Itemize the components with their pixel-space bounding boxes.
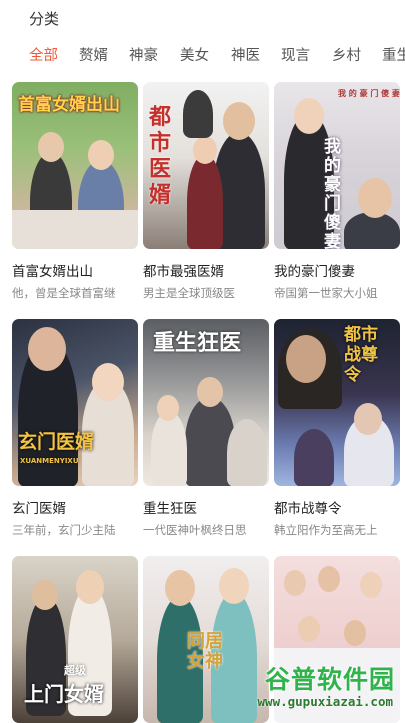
drama-card[interactable]: 都市战尊令 都市战尊令 韩立阳作为至高无上 <box>274 319 400 538</box>
drama-card[interactable]: 首富女婿出山 首富女婿出山 他，曾是全球首富继 <box>12 82 138 301</box>
drama-poster[interactable]: 首富女婿出山 <box>12 82 138 249</box>
tab-xianyan[interactable]: 现言 <box>281 44 310 65</box>
drama-title: 玄门医婿 <box>12 501 66 517</box>
drama-poster[interactable]: 超级 上门女婿 <box>12 556 138 723</box>
watermark-url: www.gupuxiazai.com <box>257 694 393 709</box>
drama-poster[interactable]: 重生狂医 <box>143 319 269 486</box>
drama-synopsis: 他，曾是全球首富继 <box>12 286 116 300</box>
drama-synopsis: 一代医神叶枫终日思 <box>143 523 247 537</box>
tab-chongsheng[interactable]: 重生 <box>382 44 405 65</box>
drama-title: 重生狂医 <box>143 501 197 517</box>
drama-card[interactable]: 重生狂医 重生狂医 一代医神叶枫终日思 <box>143 319 269 538</box>
watermark-brand: 谷普软件园 <box>264 665 395 694</box>
drama-title: 我的豪门傻妻 <box>274 264 355 280</box>
poster-tagline: 我 的 豪 门 傻 妻 <box>338 88 400 98</box>
tab-meinv[interactable]: 美女 <box>180 44 209 65</box>
poster-title: 重生狂医 <box>153 330 242 356</box>
poster-subtitle: XUANMENYIXU <box>20 457 79 465</box>
poster-title: 都市战尊令 <box>344 325 378 385</box>
poster-title: 首富女婿出山 <box>18 95 120 115</box>
drama-card[interactable]: 超级 上门女婿 <box>12 556 138 723</box>
poster-title: 都市医婿 <box>149 104 172 208</box>
tab-shenyi[interactable]: 神医 <box>231 44 260 65</box>
drama-poster[interactable]: 我 的 豪 门 傻 妻 我的豪门傻妻 <box>274 82 400 249</box>
poster-title: 我的豪门傻妻 <box>324 137 341 250</box>
drama-poster[interactable]: 玄门医婿 XUANMENYIXU <box>12 319 138 486</box>
tab-shenhao[interactable]: 神豪 <box>129 44 158 65</box>
poster-title: 玄门医婿 <box>18 431 95 453</box>
watermark: 谷普软件园 www.gupuxiazai.com <box>189 660 399 718</box>
poster-subtitle: 超级 <box>64 664 86 677</box>
tab-xiangcun[interactable]: 乡村 <box>332 44 361 65</box>
tab-zhuixu[interactable]: 赘婿 <box>79 44 108 65</box>
drama-poster[interactable]: 都市战尊令 <box>274 319 400 486</box>
drama-poster[interactable]: 都市医婿 <box>143 82 269 249</box>
drama-title: 都市最强医婿 <box>143 264 224 280</box>
drama-synopsis: 三年前，玄门少主陆 <box>12 523 116 537</box>
page-title: 分类 <box>29 10 60 28</box>
drama-card[interactable]: 玄门医婿 XUANMENYIXU 玄门医婿 三年前，玄门少主陆 <box>12 319 138 538</box>
drama-title: 都市战尊令 <box>274 501 342 517</box>
category-tabs: 全部 赘婿 神豪 美女 神医 现言 乡村 重生 <box>0 40 405 68</box>
drama-synopsis: 男主是全球顶级医 <box>143 286 235 300</box>
drama-synopsis: 韩立阳作为至高无上 <box>274 523 378 537</box>
drama-synopsis: 帝国第一世家大小姐 <box>274 286 378 300</box>
drama-title: 首富女婿出山 <box>12 264 93 280</box>
drama-card[interactable]: 都市医婿 都市最强医婿 男主是全球顶级医 <box>143 82 269 301</box>
poster-title: 上门女婿 <box>24 682 104 706</box>
header: 分类 <box>0 0 405 36</box>
drama-card[interactable]: 我 的 豪 门 傻 妻 我的豪门傻妻 我的豪门傻妻 帝国第一世家大小姐 <box>274 82 400 301</box>
tab-all[interactable]: 全部 <box>29 44 58 65</box>
